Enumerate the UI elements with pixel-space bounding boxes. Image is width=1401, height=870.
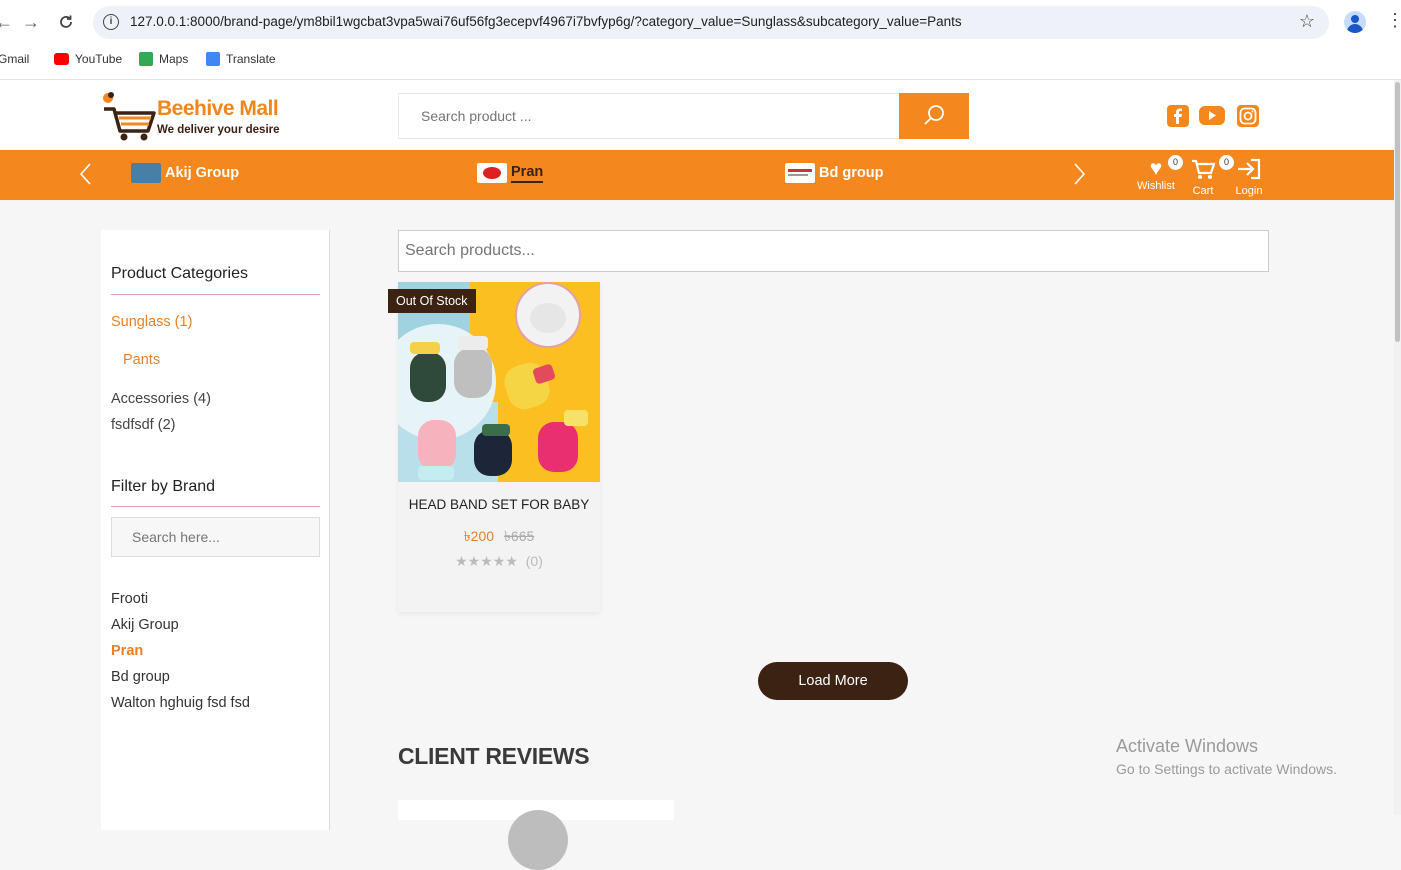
cart-icon — [1187, 158, 1219, 185]
sidebar: Product Categories Sunglass (1) Pants Ac… — [101, 230, 330, 830]
brand-carousel-item[interactable]: Akij Group — [131, 163, 239, 183]
profile-avatar-icon[interactable] — [1344, 11, 1366, 33]
brand-logo-image — [785, 163, 815, 183]
windows-activation-title: Activate Windows — [1116, 736, 1259, 756]
brand-filter-heading: Filter by Brand — [111, 478, 216, 495]
original-price: ৳665 — [503, 528, 535, 544]
brand-filter-walton[interactable]: Walton hghuig fsd fsd — [111, 695, 250, 711]
product-price: ৳200 ৳665 — [398, 525, 600, 549]
bookmark-label: Maps — [159, 52, 189, 66]
bookmark-label: Translate — [226, 52, 276, 66]
cart-logo-icon — [103, 92, 156, 141]
brand-carousel-label: Bd group — [819, 165, 884, 181]
brand-search-input[interactable] — [111, 517, 320, 557]
bookmark-label: YouTube — [75, 52, 123, 66]
out-of-stock-badge: Out Of Stock — [388, 289, 476, 313]
login-label: Login — [1235, 185, 1263, 197]
categories-heading: Product Categories — [111, 265, 248, 282]
bookmark-maps[interactable]: Maps — [139, 52, 188, 66]
translate-icon — [206, 52, 220, 66]
brand-filter-frooti[interactable]: Frooti — [111, 591, 148, 607]
facebook-icon[interactable] — [1167, 105, 1189, 127]
category-item-fsdfsdf[interactable]: fsdfsdf (2) — [111, 417, 175, 433]
bookmark-translate[interactable]: Translate — [206, 52, 276, 66]
product-rating: ★★★★★ (0) — [398, 553, 600, 570]
brand-filter-akij-group[interactable]: Akij Group — [111, 617, 179, 633]
header-search — [398, 93, 969, 139]
forward-icon[interactable]: → — [19, 10, 43, 34]
carousel-prev-icon[interactable] — [78, 162, 92, 190]
cart-button[interactable]: Cart 0 — [1187, 155, 1234, 197]
subcategory-item-pants[interactable]: Pants — [123, 352, 160, 368]
logo-title: Beehive Mall — [157, 97, 279, 120]
review-card — [398, 800, 674, 870]
bookmark-label: Gmail — [0, 52, 30, 66]
brand-carousel-label: Akij Group — [165, 165, 240, 181]
page-scrollbar[interactable] — [1394, 80, 1401, 815]
reload-icon[interactable] — [54, 10, 78, 34]
wishlist-count-badge: 0 — [1168, 155, 1183, 170]
load-more-button[interactable]: Load More — [758, 662, 908, 700]
youtube-icon — [54, 53, 69, 65]
current-price: ৳200 — [463, 528, 495, 544]
product-title[interactable]: HEAD BAND SET FOR BABY — [398, 497, 600, 512]
windows-activation-text: Go to Settings to activate Windows. — [1116, 761, 1337, 777]
carousel-next-icon[interactable] — [1073, 162, 1087, 190]
site-logo[interactable]: Beehive Mall We deliver your desire — [100, 89, 290, 143]
brand-carousel-label: Pran — [511, 164, 544, 183]
login-button[interactable]: Login — [1232, 158, 1266, 197]
address-bar[interactable]: i 127.0.0.1:8000/brand-page/ym8bil1wgcba… — [93, 6, 1329, 39]
youtube-icon[interactable] — [1199, 106, 1225, 125]
browser-toolbar: ← → i 127.0.0.1:8000/brand-page/ym8bil1w… — [0, 0, 1401, 44]
wishlist-label: Wishlist — [1137, 180, 1175, 192]
brand-carousel-bar: Akij Group Pran Bd group ♥ Wishlist 0 Ca… — [0, 150, 1394, 200]
product-card[interactable]: Out Of Stock HEAD BAND SET FOR BABY ৳200… — [388, 282, 600, 612]
brand-filter-bd-group[interactable]: Bd group — [111, 669, 170, 685]
client-reviews-heading: CLIENT REVIEWS — [398, 743, 590, 769]
scrollbar-thumb[interactable] — [1395, 82, 1400, 342]
brand-filter-pran[interactable]: Pran — [111, 643, 143, 659]
review-count: (0) — [525, 553, 543, 569]
brand-carousel-item-active[interactable]: Pran — [477, 163, 544, 183]
login-icon — [1232, 158, 1266, 185]
maps-icon — [139, 52, 153, 66]
bookmark-youtube[interactable]: YouTube — [54, 52, 122, 66]
logo-tagline: We deliver your desire — [157, 124, 280, 136]
site-info-icon[interactable]: i — [103, 14, 119, 30]
bookmark-star-icon[interactable]: ☆ — [1299, 11, 1315, 32]
divider — [111, 294, 320, 295]
divider — [111, 506, 320, 507]
reviewer-avatar — [508, 810, 568, 870]
wishlist-button[interactable]: ♥ Wishlist 0 — [1134, 155, 1183, 192]
bookmark-gmail[interactable]: Gmail — [0, 52, 29, 66]
header-search-button[interactable] — [899, 93, 969, 139]
back-icon[interactable]: ← — [0, 10, 16, 34]
product-search-input[interactable] — [398, 230, 1269, 272]
star-rating-icon: ★★★★★ — [455, 553, 518, 569]
brand-logo-image — [477, 163, 507, 183]
bookmarks-bar: Gmail YouTube Maps Translate — [0, 44, 1401, 80]
category-item-sunglass[interactable]: Sunglass (1) — [111, 314, 192, 330]
search-icon — [924, 104, 944, 125]
instagram-icon[interactable] — [1237, 105, 1259, 127]
brand-logo-image — [131, 163, 161, 183]
site-header: Beehive Mall We deliver your desire — [0, 80, 1394, 150]
url-text[interactable]: 127.0.0.1:8000/brand-page/ym8bil1wgcbat3… — [130, 14, 962, 29]
brand-carousel-item[interactable]: Bd group — [785, 163, 883, 183]
browser-menu-icon[interactable]: ⋮ — [1386, 10, 1401, 31]
header-search-input[interactable] — [399, 94, 899, 138]
category-item-accessories[interactable]: Accessories (4) — [111, 391, 211, 407]
cart-label: Cart — [1192, 185, 1214, 197]
